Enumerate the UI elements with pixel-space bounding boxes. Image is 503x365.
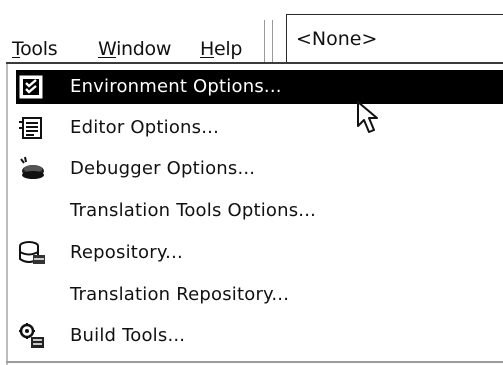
menu-help-rest: elp <box>214 38 243 60</box>
menu-item-environment-options[interactable]: Environment Options... <box>16 70 503 104</box>
menu-item-label: Build Tools... <box>70 325 186 346</box>
menu-item-build-tools[interactable]: Build Tools... <box>16 319 503 353</box>
menu-help-mnemonic: H <box>200 38 214 60</box>
menu-item-label: Debugger Options... <box>70 158 256 179</box>
editor-options-icon <box>19 117 42 139</box>
menu-item-editor-options[interactable]: Editor Options... <box>16 111 503 145</box>
mouse-pointer-icon <box>357 101 378 133</box>
environment-options-icon <box>19 75 43 99</box>
menu-window-rest: indow <box>116 38 172 60</box>
menu-window[interactable]: Window <box>98 38 171 60</box>
repository-icon <box>19 241 45 264</box>
toolbar-separator <box>272 20 273 64</box>
menu-item-label: Repository... <box>70 242 183 263</box>
menu-item-label: Translation Tools Options... <box>70 200 317 221</box>
tools-dropdown-menu: Environment Options... Editor Options... <box>6 64 503 365</box>
menu-item-translation-repository[interactable]: Translation Repository... <box>16 278 503 312</box>
selector-combo-box[interactable]: <None> <box>286 14 503 62</box>
menu-item-translation-tools-options[interactable]: Translation Tools Options... <box>16 194 503 228</box>
build-tools-icon <box>19 323 44 348</box>
screenshot-frame: Tools Window Help <None> Environment Opt… <box>0 0 503 365</box>
menu-tools-rest: ools <box>20 38 58 60</box>
menu-item-repository[interactable]: Repository... <box>16 236 503 270</box>
combo-value: <None> <box>296 28 378 50</box>
menu-item-label: Translation Repository... <box>70 284 290 305</box>
menu-item-label: Editor Options... <box>70 117 220 138</box>
debugger-options-icon <box>20 156 44 179</box>
toolbar-separator <box>264 20 265 64</box>
menu-tools[interactable]: Tools <box>12 38 58 60</box>
menu-tools-mnemonic: T <box>12 38 21 60</box>
menu-help[interactable]: Help <box>200 38 242 60</box>
menu-item-label: Environment Options... <box>70 76 282 97</box>
menu-bottom-edge <box>6 361 503 363</box>
menu-window-mnemonic: W <box>98 38 117 60</box>
menu-item-debugger-options[interactable]: Debugger Options... <box>16 152 503 186</box>
